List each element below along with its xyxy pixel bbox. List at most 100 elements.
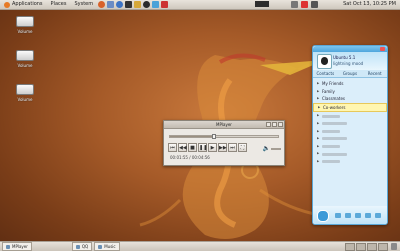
expand-arrow-icon[interactable]: ▶: [317, 95, 320, 103]
volume-icon[interactable]: [311, 1, 318, 8]
expand-arrow-icon[interactable]: ▶: [317, 158, 320, 166]
terminal-launcher-icon[interactable]: [125, 1, 133, 8]
contact-group-row[interactable]: ▶: [313, 120, 387, 128]
contact-group-row[interactable]: ▶: [313, 135, 387, 143]
volume-slider[interactable]: [271, 148, 281, 150]
qq-footer: [313, 206, 387, 224]
minimize-button[interactable]: [266, 122, 271, 127]
forward-button[interactable]: ▶▶: [218, 143, 227, 152]
maximize-button[interactable]: [272, 122, 277, 127]
tray-input-method[interactable]: [255, 1, 269, 7]
contact-group-row[interactable]: ▶: [313, 128, 387, 136]
desktop-icon-label: Volume: [17, 63, 33, 68]
desktop-volume-icon-1[interactable]: Volume: [14, 16, 36, 34]
contact-group-row[interactable]: ▶: [313, 158, 387, 166]
qq-launcher-icon[interactable]: [143, 1, 151, 8]
expand-arrow-icon[interactable]: ▶: [317, 143, 320, 151]
tab-groups[interactable]: Groups: [338, 70, 363, 77]
contact-group-row[interactable]: ▶ Classmates: [313, 95, 387, 103]
speaker-icon[interactable]: 🔈: [263, 145, 270, 152]
blurred-label: [322, 160, 340, 164]
alert-icon[interactable]: [301, 1, 308, 8]
rewind-button[interactable]: ⏮: [168, 143, 177, 152]
stop-button[interactable]: ■: [188, 143, 197, 152]
expand-arrow-icon[interactable]: ▶: [317, 120, 320, 128]
top-panel: Applications Places System Sat Oct 13, 1…: [0, 0, 400, 10]
avatar[interactable]: [317, 54, 332, 69]
workspace-switcher-4[interactable]: [378, 242, 388, 251]
player-controls: ⏮ ◀◀ ■ ❚❚ ▶ ▶▶ ⏭ ⛶: [168, 143, 247, 152]
skip-button[interactable]: ⏭: [228, 143, 237, 152]
drive-icon: [16, 16, 34, 27]
window-icon: [6, 244, 10, 249]
contact-group-list: ▶ My Friends ▶ Family ▶ Classmates ▶ Co-workers…: [313, 78, 387, 166]
trash-icon[interactable]: [391, 243, 397, 250]
contact-group-row[interactable]: ▶: [313, 150, 387, 158]
expand-arrow-icon[interactable]: ▶: [318, 104, 321, 112]
playback-time: 00:01:55 / 00:04:56: [170, 155, 210, 160]
contact-group-row[interactable]: ▶ Family: [313, 88, 387, 96]
player-titlebar[interactable]: MPlayer: [164, 121, 284, 129]
task-label: QQ: [81, 244, 89, 249]
desktop-icon-label: Volume: [17, 97, 33, 102]
qq-menu-button[interactable]: [317, 210, 329, 222]
close-icon[interactable]: [380, 47, 385, 51]
mail-launcher-icon[interactable]: [107, 1, 115, 8]
blurred-label: [322, 137, 347, 141]
blurred-label: [322, 114, 340, 118]
expand-arrow-icon[interactable]: ▶: [317, 150, 320, 158]
group-label: Classmates: [322, 96, 345, 102]
back-button[interactable]: ◀◀: [178, 143, 187, 152]
clock[interactable]: Sat Oct 13, 10:25 PM: [343, 0, 396, 9]
drive-icon: [16, 50, 34, 61]
seek-bar[interactable]: [169, 134, 279, 139]
blurred-label: [322, 152, 347, 156]
media-launcher-icon[interactable]: [134, 1, 142, 8]
qq-username: Ubuntu 5.1: [333, 55, 356, 60]
contact-group-row[interactable]: ▶ My Friends: [313, 80, 387, 88]
app-icon[interactable]: [365, 213, 371, 218]
fullscreen-button[interactable]: ⛶: [238, 143, 247, 152]
expand-arrow-icon[interactable]: ▶: [317, 112, 320, 120]
contact-group-row[interactable]: ▶ Co-workers: [313, 102, 387, 113]
search-icon[interactable]: [335, 213, 341, 218]
settings-icon[interactable]: [355, 213, 361, 218]
menu-applications[interactable]: Applications: [0, 0, 47, 9]
close-button[interactable]: [278, 122, 283, 127]
app-launcher-icon[interactable]: [161, 1, 169, 8]
expand-arrow-icon[interactable]: ▶: [317, 88, 320, 96]
tab-contacts[interactable]: Contacts: [313, 70, 338, 77]
expand-arrow-icon[interactable]: ▶: [317, 135, 320, 143]
desktop-volume-icon-2[interactable]: Volume: [14, 50, 36, 68]
media-player-window: MPlayer ⏮ ◀◀ ■ ❚❚ ▶ ▶▶ ⏭ ⛶ 🔈 00:01:55 / …: [163, 120, 285, 166]
window-icon: [98, 244, 103, 249]
seek-bar-fill: [170, 136, 215, 137]
firefox-launcher-icon[interactable]: [98, 1, 106, 8]
workspace-switcher-2[interactable]: [356, 242, 366, 251]
expand-arrow-icon[interactable]: ▶: [317, 128, 320, 136]
player-title: MPlayer: [216, 122, 232, 127]
message-icon[interactable]: [345, 213, 351, 218]
desktop-volume-icon-3[interactable]: Volume: [14, 84, 36, 102]
blurred-label: [322, 129, 340, 133]
network-icon[interactable]: [291, 1, 298, 8]
pause-button[interactable]: ❚❚: [198, 143, 207, 152]
help-launcher-icon[interactable]: [116, 1, 124, 8]
play-button[interactable]: ▶: [208, 143, 217, 152]
chat-launcher-icon[interactable]: [152, 1, 160, 8]
menu-system[interactable]: System: [70, 0, 97, 9]
more-icon[interactable]: [375, 213, 381, 218]
contact-group-row[interactable]: ▶: [313, 143, 387, 151]
qq-status-text[interactable]: lightning mood: [333, 61, 363, 66]
workspace-switcher-1[interactable]: [345, 242, 355, 251]
workspace-switcher-3[interactable]: [367, 242, 377, 251]
menu-places[interactable]: Places: [47, 0, 71, 9]
tab-recent[interactable]: Recent: [362, 70, 387, 77]
group-label: My Friends: [322, 81, 344, 86]
expand-arrow-icon[interactable]: ▶: [317, 80, 320, 88]
seek-bar-thumb[interactable]: [212, 134, 217, 139]
qq-profile-header: Ubuntu 5.1 lightning mood: [313, 52, 387, 70]
contact-group-row[interactable]: ▶: [313, 112, 387, 120]
desktop-icon-label: Volume: [17, 29, 33, 34]
blurred-label: [322, 122, 347, 126]
